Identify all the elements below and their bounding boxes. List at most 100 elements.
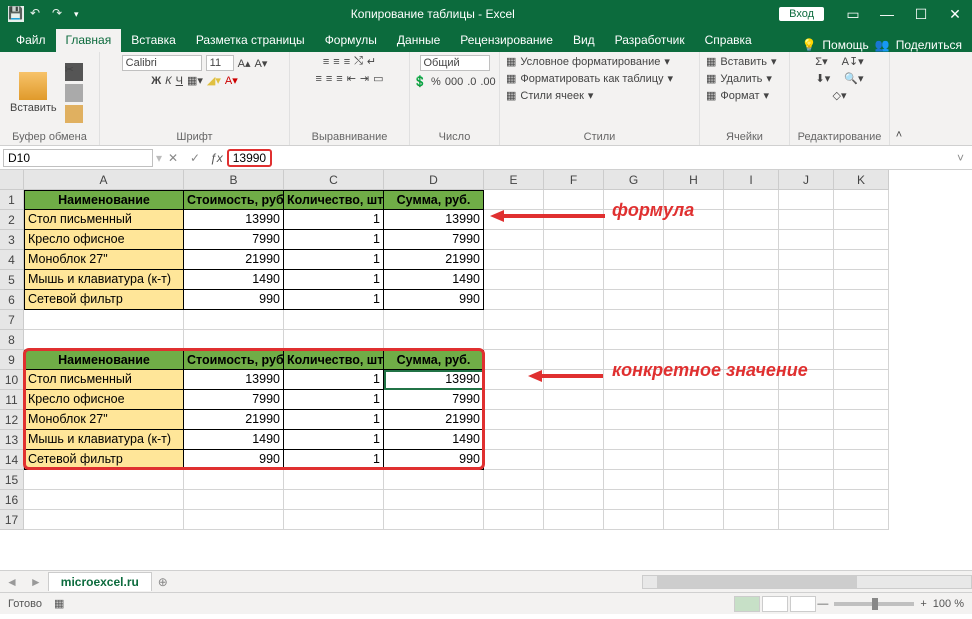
row-header[interactable]: 4 xyxy=(0,250,24,270)
cell[interactable] xyxy=(184,510,284,530)
cell[interactable] xyxy=(544,510,604,530)
cell[interactable] xyxy=(779,490,834,510)
tab-formulas[interactable]: Формулы xyxy=(315,29,387,52)
cell[interactable] xyxy=(779,270,834,290)
cell[interactable] xyxy=(664,490,724,510)
cell[interactable] xyxy=(834,390,889,410)
cell[interactable]: 21990 xyxy=(184,250,284,270)
cell[interactable] xyxy=(779,190,834,210)
cell[interactable] xyxy=(779,430,834,450)
cell[interactable] xyxy=(834,350,889,370)
cell[interactable] xyxy=(544,490,604,510)
cell[interactable] xyxy=(779,250,834,270)
cell[interactable]: 21990 xyxy=(384,250,484,270)
cell[interactable] xyxy=(24,330,184,350)
cell[interactable] xyxy=(724,310,779,330)
cell[interactable] xyxy=(779,230,834,250)
cell[interactable]: 1 xyxy=(284,290,384,310)
font-color-icon[interactable]: A▾ xyxy=(225,74,238,87)
wrap-icon[interactable]: ↵ xyxy=(367,55,376,68)
cell[interactable] xyxy=(484,390,544,410)
cell[interactable] xyxy=(384,310,484,330)
fx-icon[interactable]: ƒx xyxy=(206,151,227,165)
copy-icon[interactable] xyxy=(65,84,83,102)
decr-dec-icon[interactable]: .00 xyxy=(480,76,495,88)
cell[interactable] xyxy=(284,310,384,330)
cell[interactable] xyxy=(604,430,664,450)
font-name[interactable]: Calibri xyxy=(122,55,202,71)
cell[interactable] xyxy=(834,330,889,350)
cell[interactable] xyxy=(544,470,604,490)
cell-styles-button[interactable]: ▦Стили ячеек▾ xyxy=(506,89,593,102)
cut-icon[interactable]: ✂ xyxy=(65,63,83,81)
cell[interactable] xyxy=(544,450,604,470)
tab-file[interactable]: Файл xyxy=(6,29,56,52)
cell[interactable]: Стоимость, руб. xyxy=(184,190,284,210)
col-header[interactable]: I xyxy=(724,170,779,190)
format-cells-button[interactable]: ▦ Формат▾ xyxy=(706,89,769,102)
col-header[interactable]: C xyxy=(284,170,384,190)
cell[interactable] xyxy=(544,270,604,290)
align-right-icon[interactable]: ≡ xyxy=(336,73,342,85)
save-icon[interactable]: 💾 xyxy=(8,6,24,22)
cell[interactable] xyxy=(544,330,604,350)
share-icon[interactable]: 👥 xyxy=(875,38,890,52)
cell[interactable] xyxy=(284,470,384,490)
tab-home[interactable]: Главная xyxy=(56,29,122,52)
cell[interactable] xyxy=(384,490,484,510)
row-header[interactable]: 10 xyxy=(0,370,24,390)
row-header[interactable]: 5 xyxy=(0,270,24,290)
align-left-icon[interactable]: ≡ xyxy=(315,73,321,85)
cell[interactable] xyxy=(779,410,834,430)
tellme-icon[interactable]: 💡 xyxy=(801,38,816,52)
ribbon-options-icon[interactable]: ▭ xyxy=(836,6,870,23)
cell[interactable] xyxy=(779,510,834,530)
row-header[interactable]: 13 xyxy=(0,430,24,450)
row-header[interactable]: 11 xyxy=(0,390,24,410)
row-header[interactable]: 14 xyxy=(0,450,24,470)
row-header[interactable]: 3 xyxy=(0,230,24,250)
cell[interactable] xyxy=(184,470,284,490)
cell[interactable] xyxy=(834,230,889,250)
cell[interactable] xyxy=(779,390,834,410)
row-header[interactable]: 12 xyxy=(0,410,24,430)
cell[interactable] xyxy=(384,470,484,490)
tab-layout[interactable]: Разметка страницы xyxy=(186,29,315,52)
tab-view[interactable]: Вид xyxy=(563,29,605,52)
cell[interactable] xyxy=(664,450,724,470)
cell[interactable] xyxy=(834,250,889,270)
row-header[interactable]: 1 xyxy=(0,190,24,210)
align-center-icon[interactable]: ≡ xyxy=(326,73,332,85)
cell[interactable] xyxy=(724,190,779,210)
cell[interactable] xyxy=(544,410,604,430)
cell[interactable] xyxy=(779,210,834,230)
tellme-label[interactable]: Помощь xyxy=(822,38,868,52)
cell[interactable] xyxy=(544,430,604,450)
cell[interactable] xyxy=(604,230,664,250)
tab-data[interactable]: Данные xyxy=(387,29,450,52)
cell[interactable] xyxy=(724,510,779,530)
align-mid-icon[interactable]: ≡ xyxy=(333,56,339,68)
row-header[interactable]: 2 xyxy=(0,210,24,230)
cell[interactable]: Стол письменный xyxy=(24,210,184,230)
cell[interactable] xyxy=(834,270,889,290)
font-size[interactable]: 11 xyxy=(206,55,234,71)
cell[interactable]: 13990 xyxy=(384,210,484,230)
cell[interactable] xyxy=(604,510,664,530)
cell[interactable]: Кресло офисное xyxy=(24,230,184,250)
cell[interactable] xyxy=(724,270,779,290)
cell[interactable] xyxy=(724,430,779,450)
cell[interactable] xyxy=(834,190,889,210)
row-header[interactable]: 6 xyxy=(0,290,24,310)
cell[interactable] xyxy=(834,490,889,510)
cell[interactable] xyxy=(834,470,889,490)
cell[interactable] xyxy=(779,290,834,310)
italic-button[interactable]: К xyxy=(165,75,171,87)
maximize-icon[interactable]: ☐ xyxy=(904,6,938,23)
cond-format-button[interactable]: ▦Условное форматирование▾ xyxy=(506,55,670,68)
cell[interactable] xyxy=(484,330,544,350)
cell[interactable]: 1 xyxy=(284,250,384,270)
undo-icon[interactable]: ↶ xyxy=(30,6,46,22)
incr-font-icon[interactable]: A▴ xyxy=(238,57,251,70)
orient-icon[interactable]: ⤭ xyxy=(354,55,363,68)
